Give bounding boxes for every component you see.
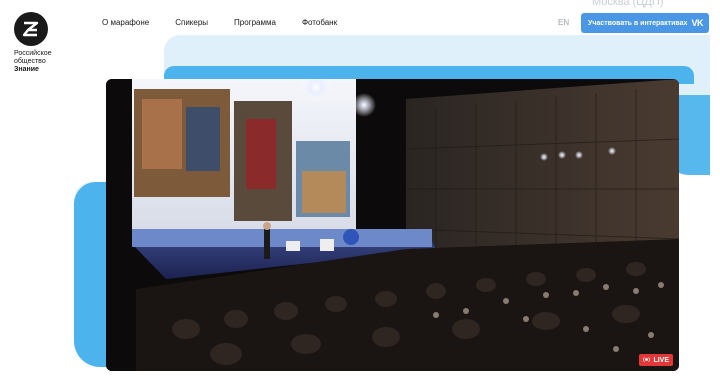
nav-item-about[interactable]: О марафоне bbox=[102, 18, 149, 27]
vk-icon: VK bbox=[691, 18, 703, 28]
nav-item-program[interactable]: Программа bbox=[234, 18, 276, 27]
live-badge: LIVE bbox=[639, 354, 673, 366]
logo-text: Российское общество Знание bbox=[14, 50, 74, 74]
main-nav: О марафоне Спикеры Программа Фотобанк bbox=[102, 18, 337, 27]
logo-line-3: Знание bbox=[14, 66, 39, 73]
broadcast-icon bbox=[643, 356, 651, 365]
video-player[interactable]: LIVE bbox=[106, 79, 679, 371]
nav-item-speakers[interactable]: Спикеры bbox=[175, 18, 208, 27]
nav-item-photobank[interactable]: Фотобанк bbox=[302, 18, 337, 27]
participate-button-label: Участвовать в интерактивах bbox=[588, 19, 688, 27]
language-switch[interactable]: EN bbox=[558, 18, 569, 27]
participate-button[interactable]: Участвовать в интерактивах VK bbox=[581, 13, 709, 33]
video-frame bbox=[106, 79, 679, 371]
logo-line-1: Российское bbox=[14, 50, 52, 57]
logo-line-2: общество bbox=[14, 58, 46, 65]
city-selector[interactable]: Москва (ЦДП) bbox=[592, 0, 663, 8]
znanie-logo-icon bbox=[14, 12, 48, 46]
site-logo[interactable]: Российское общество Знание bbox=[14, 12, 74, 74]
live-label: LIVE bbox=[653, 356, 669, 364]
